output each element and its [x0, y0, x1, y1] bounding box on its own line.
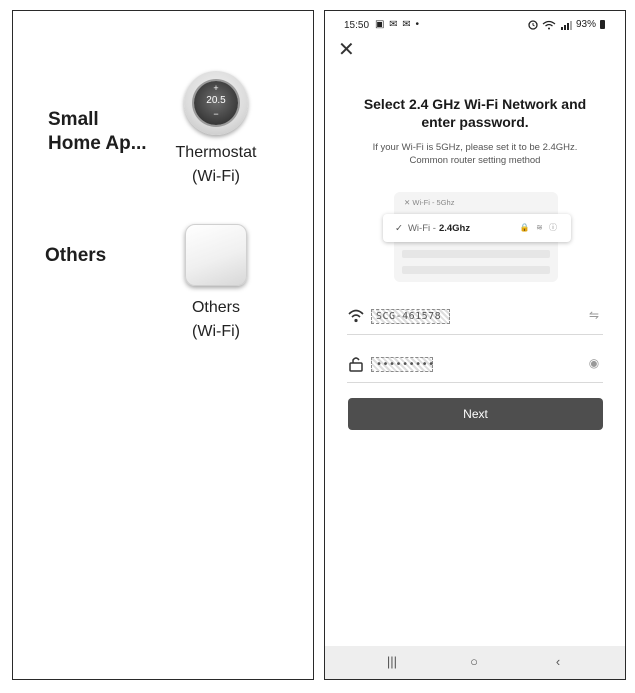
device-thermostat-wifi[interactable]: + 20.5 − Thermostat (Wi-Fi) [156, 69, 276, 189]
status-time: 15:50 [344, 20, 370, 31]
page-title: Select 2.4 GHz Wi-Fi Network and enter p… [345, 95, 605, 131]
illustration-5ghz-label: ✕ Wi-Fi - 5Ghz [404, 198, 455, 207]
wifi-hint-text: If your Wi-Fi is 5GHz, please set it to … [345, 141, 605, 167]
wifi-password-field[interactable]: ••••••••• ◉ [347, 345, 603, 383]
device-others-wifi[interactable]: Others (Wi-Fi) [156, 221, 276, 344]
device-name-line1: Others [191, 299, 240, 316]
thermostat-temperature: 20.5 [206, 95, 226, 106]
battery-percent: 93% [575, 19, 596, 30]
thermostat-plus-glyph: + [213, 83, 219, 93]
home-icon[interactable]: ○ [462, 654, 486, 669]
next-button[interactable]: Next [348, 398, 603, 430]
device-name-line2: (Wi-Fi) [192, 323, 240, 340]
status-bar: 15:50 ▣ ✉ ✉ • 93% [325, 11, 625, 37]
illustration-placeholder-row [402, 266, 550, 274]
thermostat-minus-glyph: − [213, 109, 219, 119]
device-category-panel: Small Home Ap... Others + 20.5 − Thermos… [12, 10, 314, 680]
lock-wifi-info-icons: 🔒 ≋ ⓘ [519, 223, 559, 232]
thermostat-image: + 20.5 − [184, 71, 248, 135]
hint-line1: If your Wi-Fi is 5GHz, please set it to … [372, 142, 578, 153]
wifi-setup-screen: 15:50 ▣ ✉ ✉ • 93% ✕ Select 2.4 GHz Wi-Fi… [324, 10, 626, 680]
wifi-ssid-field[interactable]: SCG-461578 ⇋ [347, 297, 603, 335]
android-nav-bar: ||| ○ ‹ [325, 646, 625, 679]
thermostat-dial: + 20.5 − [194, 81, 238, 125]
lock-icon [349, 357, 363, 372]
device-name-line2: (Wi-Fi) [192, 168, 240, 185]
others-device-image [185, 224, 247, 286]
eye-icon[interactable]: ◉ [585, 356, 603, 372]
illustration-wifi-prefix: Wi-Fi - [407, 222, 436, 234]
recents-icon[interactable]: ||| [380, 654, 404, 669]
wifi-status-icon [542, 20, 556, 29]
switch-network-icon[interactable]: ⇋ [585, 308, 603, 324]
notification-icons: ▣ ✉ ✉ • [375, 19, 421, 30]
alarm-icon [528, 19, 538, 30]
page-title-line2: enter password. [421, 114, 529, 130]
back-icon[interactable]: ‹ [546, 654, 570, 669]
device-name-line1: Thermostat [175, 144, 257, 161]
category-others[interactable]: Others [45, 244, 106, 268]
category-small-home-appliances-line1[interactable]: Small [48, 108, 99, 132]
check-icon: ✓ [395, 222, 403, 234]
category-small-home-appliances-line2[interactable]: Home Ap... [48, 132, 147, 156]
wifi-icon [348, 309, 364, 323]
signal-icon [560, 20, 572, 30]
close-button[interactable]: ✕ [338, 40, 355, 60]
password-value[interactable]: ••••••••• [371, 357, 434, 372]
battery-icon [600, 20, 605, 29]
illustration-24ghz-card: ✓ Wi-Fi - 2.4Ghz 🔒 ≋ ⓘ [383, 214, 571, 242]
system-status-icons: 93% [528, 19, 605, 30]
router-setting-link[interactable]: Common router setting method [345, 154, 605, 167]
ssid-value[interactable]: SCG-461578 [371, 309, 450, 324]
page-title-line1: Select 2.4 GHz Wi-Fi Network and [363, 96, 587, 112]
illustration-24ghz-label: 2.4Ghz [438, 222, 471, 234]
illustration-placeholder-row [402, 250, 550, 258]
